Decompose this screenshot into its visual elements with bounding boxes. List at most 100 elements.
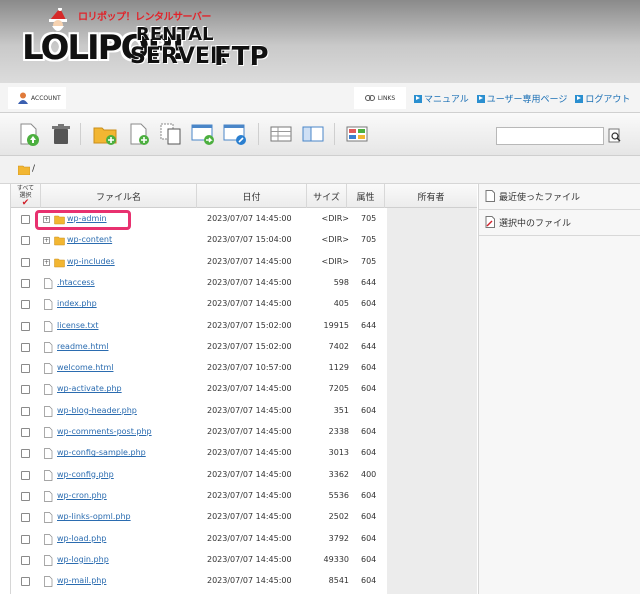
row-checkbox[interactable] (21, 321, 30, 331)
table-row[interactable]: index.php 2023/07/07 14:45:00 405 604 (11, 294, 385, 315)
column-header-attr[interactable]: 属性 (347, 184, 385, 208)
file-date: 2023/07/07 10:57:00 (207, 363, 292, 373)
row-checkbox[interactable] (21, 278, 30, 288)
user-icon (18, 92, 28, 104)
table-row[interactable]: + wp-includes 2023/07/07 14:45:00 <DIR> 705 (11, 252, 385, 273)
row-checkbox[interactable] (21, 300, 30, 310)
file-name-link[interactable]: wp-includes (67, 257, 115, 266)
row-checkbox[interactable] (21, 555, 30, 565)
logout-link[interactable]: ログアウト (575, 92, 630, 105)
links-tab[interactable]: LINKS (354, 87, 406, 109)
row-checkbox[interactable] (21, 428, 30, 437)
file-size: <DIR> (321, 235, 349, 245)
file-name-link[interactable]: wp-comments-post.php (57, 427, 152, 436)
row-checkbox[interactable] (21, 257, 30, 267)
file-name-link[interactable]: wp-config-sample.php (57, 448, 146, 457)
file-size: 405 (333, 299, 349, 309)
file-name-link[interactable]: wp-config.php (57, 470, 114, 479)
manual-link[interactable]: マニュアル (414, 92, 469, 105)
file-name-link[interactable]: wp-content (67, 235, 112, 244)
table-row[interactable]: wp-load.php 2023/07/07 14:45:00 3792 604 (11, 529, 385, 550)
upload-button[interactable] (16, 121, 42, 147)
table-row[interactable]: readme.html 2023/07/07 15:02:00 7402 644 (11, 337, 385, 358)
move-button[interactable] (190, 121, 216, 147)
file-date: 2023/07/07 14:45:00 (207, 384, 292, 394)
table-row[interactable]: wp-comments-post.php 2023/07/07 14:45:00 2… (11, 422, 385, 443)
file-name-link[interactable]: welcome.html (57, 363, 113, 372)
search-input[interactable] (496, 127, 604, 145)
file-name-link[interactable]: wp-cron.php (57, 491, 107, 500)
new-folder-button[interactable] (92, 121, 118, 147)
file-date: 2023/07/07 14:45:00 (207, 554, 292, 564)
row-checkbox[interactable] (21, 406, 30, 416)
row-checkbox[interactable] (21, 534, 30, 544)
current-path: / (32, 164, 36, 174)
file-date: 2023/07/07 14:45:00 (207, 576, 292, 586)
table-row[interactable]: welcome.html 2023/07/07 10:57:00 1129 604 (11, 358, 385, 379)
recent-file-icon (485, 190, 495, 202)
table-row[interactable]: + wp-content 2023/07/07 15:04:00 <DIR> 705 (11, 230, 385, 251)
file-date: 2023/07/07 15:04:00 (207, 235, 292, 245)
column-header-name[interactable]: ファイル名 (41, 184, 197, 208)
file-name-link[interactable]: index.php (57, 299, 97, 308)
expand-icon[interactable]: + (43, 258, 50, 266)
file-icon (44, 320, 53, 332)
copy-button[interactable] (158, 121, 184, 147)
table-row[interactable]: .htaccess 2023/07/07 14:45:00 598 644 (11, 273, 385, 294)
arrow-bullet-icon (575, 94, 584, 103)
file-attr: 644 (361, 341, 377, 351)
file-name-link[interactable]: wp-login.php (57, 555, 109, 564)
row-checkbox[interactable] (21, 513, 30, 523)
owner-column (387, 208, 477, 594)
table-row[interactable]: wp-blog-header.php 2023/07/07 14:45:00 351… (11, 401, 385, 422)
row-checkbox[interactable] (21, 342, 30, 352)
account-tab[interactable]: ACCOUNT (8, 87, 66, 109)
row-checkbox[interactable] (21, 470, 30, 480)
file-name-link[interactable]: readme.html (57, 342, 109, 351)
row-checkbox[interactable] (21, 364, 30, 374)
table-row[interactable]: wp-config.php 2023/07/07 14:45:00 3362 400 (11, 465, 385, 486)
column-header-date[interactable]: 日付 (197, 184, 307, 208)
file-name-link[interactable]: wp-blog-header.php (57, 406, 137, 415)
file-name-link[interactable]: license.txt (57, 321, 98, 330)
new-file-button[interactable] (126, 121, 152, 147)
row-checkbox[interactable] (21, 236, 30, 246)
table-row[interactable]: license.txt 2023/07/07 15:02:00 19915 644 (11, 316, 385, 337)
table-row[interactable]: wp-login.php 2023/07/07 14:45:00 49330 604 (11, 550, 385, 571)
links-label: LINKS (377, 94, 396, 102)
row-checkbox[interactable] (21, 491, 30, 501)
selected-files-item[interactable]: 選択中のファイル (485, 212, 571, 232)
table-row[interactable]: wp-activate.php 2023/07/07 14:45:00 7205 60… (11, 379, 385, 400)
row-checkbox[interactable] (21, 385, 30, 395)
file-name-link[interactable]: wp-activate.php (57, 384, 122, 393)
search-icon[interactable] (608, 128, 622, 144)
file-size: 8541 (328, 576, 349, 586)
recent-files-item[interactable]: 最近使ったファイル (485, 186, 580, 206)
table-row[interactable]: wp-links-opml.php 2023/07/07 14:45:00 2502… (11, 507, 385, 528)
file-name-link[interactable]: .htaccess (57, 278, 95, 287)
row-checkbox[interactable] (21, 577, 30, 587)
expand-icon[interactable]: + (43, 237, 50, 245)
table-row[interactable]: wp-cron.php 2023/07/07 14:45:00 5536 604 (11, 486, 385, 507)
nav-bar: ACCOUNT LINKS マニュアル ユーザー専用ページ ログアウト (0, 83, 640, 113)
file-icon (44, 491, 53, 502)
select-all-header[interactable]: すべて 選択 ✔ (11, 184, 41, 208)
file-icon (44, 384, 53, 396)
file-size: 1129 (328, 363, 349, 373)
table-row[interactable]: wp-config-sample.php 2023/07/07 14:45:00 3… (11, 443, 385, 464)
row-checkbox[interactable] (21, 215, 30, 224)
column-header-owner[interactable]: 所有者 (385, 184, 477, 208)
detail-view-button[interactable] (300, 121, 326, 147)
column-header-size[interactable]: サイズ (307, 184, 347, 208)
list-view-button[interactable] (268, 121, 294, 147)
file-name-link[interactable]: wp-load.php (57, 534, 106, 543)
thumbnail-view-button[interactable] (344, 121, 370, 147)
trash-button[interactable] (48, 121, 74, 147)
row-checkbox[interactable] (21, 449, 30, 459)
path-bar: / (0, 156, 640, 184)
table-row[interactable]: wp-mail.php 2023/07/07 14:45:00 8541 604 (11, 571, 385, 592)
rename-button[interactable] (222, 121, 248, 147)
user-page-link[interactable]: ユーザー専用ページ (476, 92, 567, 105)
file-name-link[interactable]: wp-links-opml.php (57, 512, 131, 521)
file-name-link[interactable]: wp-mail.php (57, 576, 106, 585)
